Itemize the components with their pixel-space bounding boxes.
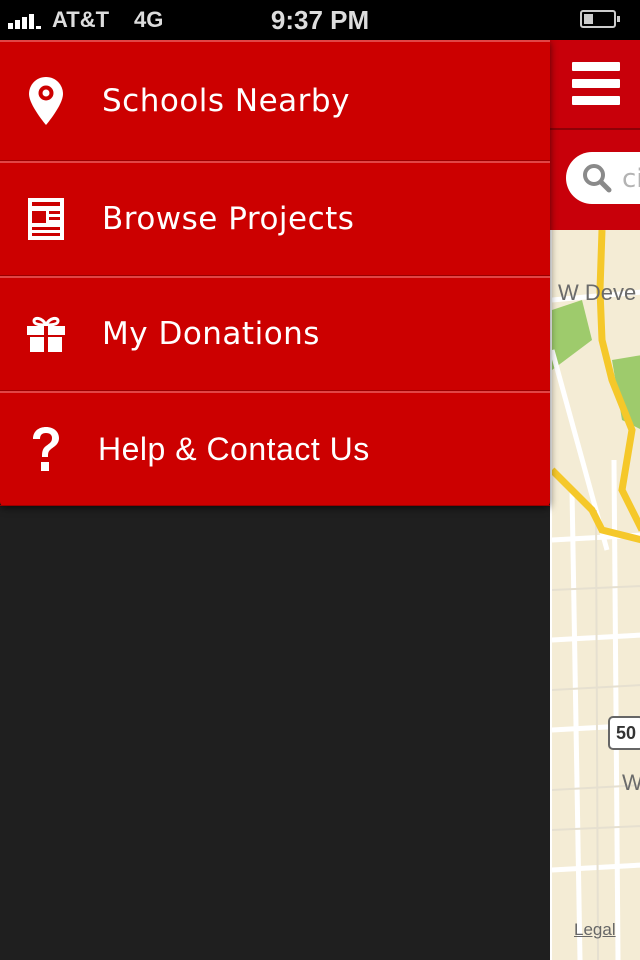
search-placeholder: ci bbox=[622, 164, 640, 194]
street-label: W bbox=[622, 770, 640, 795]
map-pin-icon bbox=[20, 73, 72, 129]
menu-item-schools-nearby[interactable]: Schools Nearby bbox=[0, 40, 550, 161]
menu-item-browse-projects[interactable]: Browse Projects bbox=[0, 161, 550, 276]
menu-item-label: My Donations bbox=[102, 316, 320, 352]
menu-toggle-button[interactable] bbox=[572, 62, 620, 106]
menu-item-label: Browse Projects bbox=[102, 201, 355, 237]
menu-item-my-donations[interactable]: My Donations bbox=[0, 276, 550, 391]
search-icon bbox=[583, 164, 612, 193]
app-header bbox=[550, 40, 640, 130]
gift-icon bbox=[20, 306, 72, 362]
status-time: 9:37 PM bbox=[270, 5, 370, 35]
status-bar: AT&T 4G 9:37 PM bbox=[0, 0, 640, 40]
menu-item-help-contact[interactable]: Help & Contact Us bbox=[0, 391, 550, 506]
newspaper-icon bbox=[20, 191, 72, 247]
question-mark-icon bbox=[20, 421, 72, 477]
map-view-panel[interactable]: ci W Deve W 50 Legal bbox=[550, 40, 640, 960]
menu-item-label: Help & Contact Us bbox=[98, 430, 370, 467]
menu-item-label: Schools Nearby bbox=[102, 83, 350, 119]
street-label: W Deve bbox=[558, 280, 637, 305]
side-menu: Schools Nearby Browse Projects My Donati… bbox=[0, 40, 550, 506]
map[interactable]: W Deve W 50 Legal bbox=[552, 230, 640, 960]
route-shield: 50 bbox=[608, 716, 640, 750]
legal-link[interactable]: Legal bbox=[574, 920, 616, 940]
battery-icon bbox=[580, 10, 620, 28]
map-roads bbox=[552, 230, 640, 960]
